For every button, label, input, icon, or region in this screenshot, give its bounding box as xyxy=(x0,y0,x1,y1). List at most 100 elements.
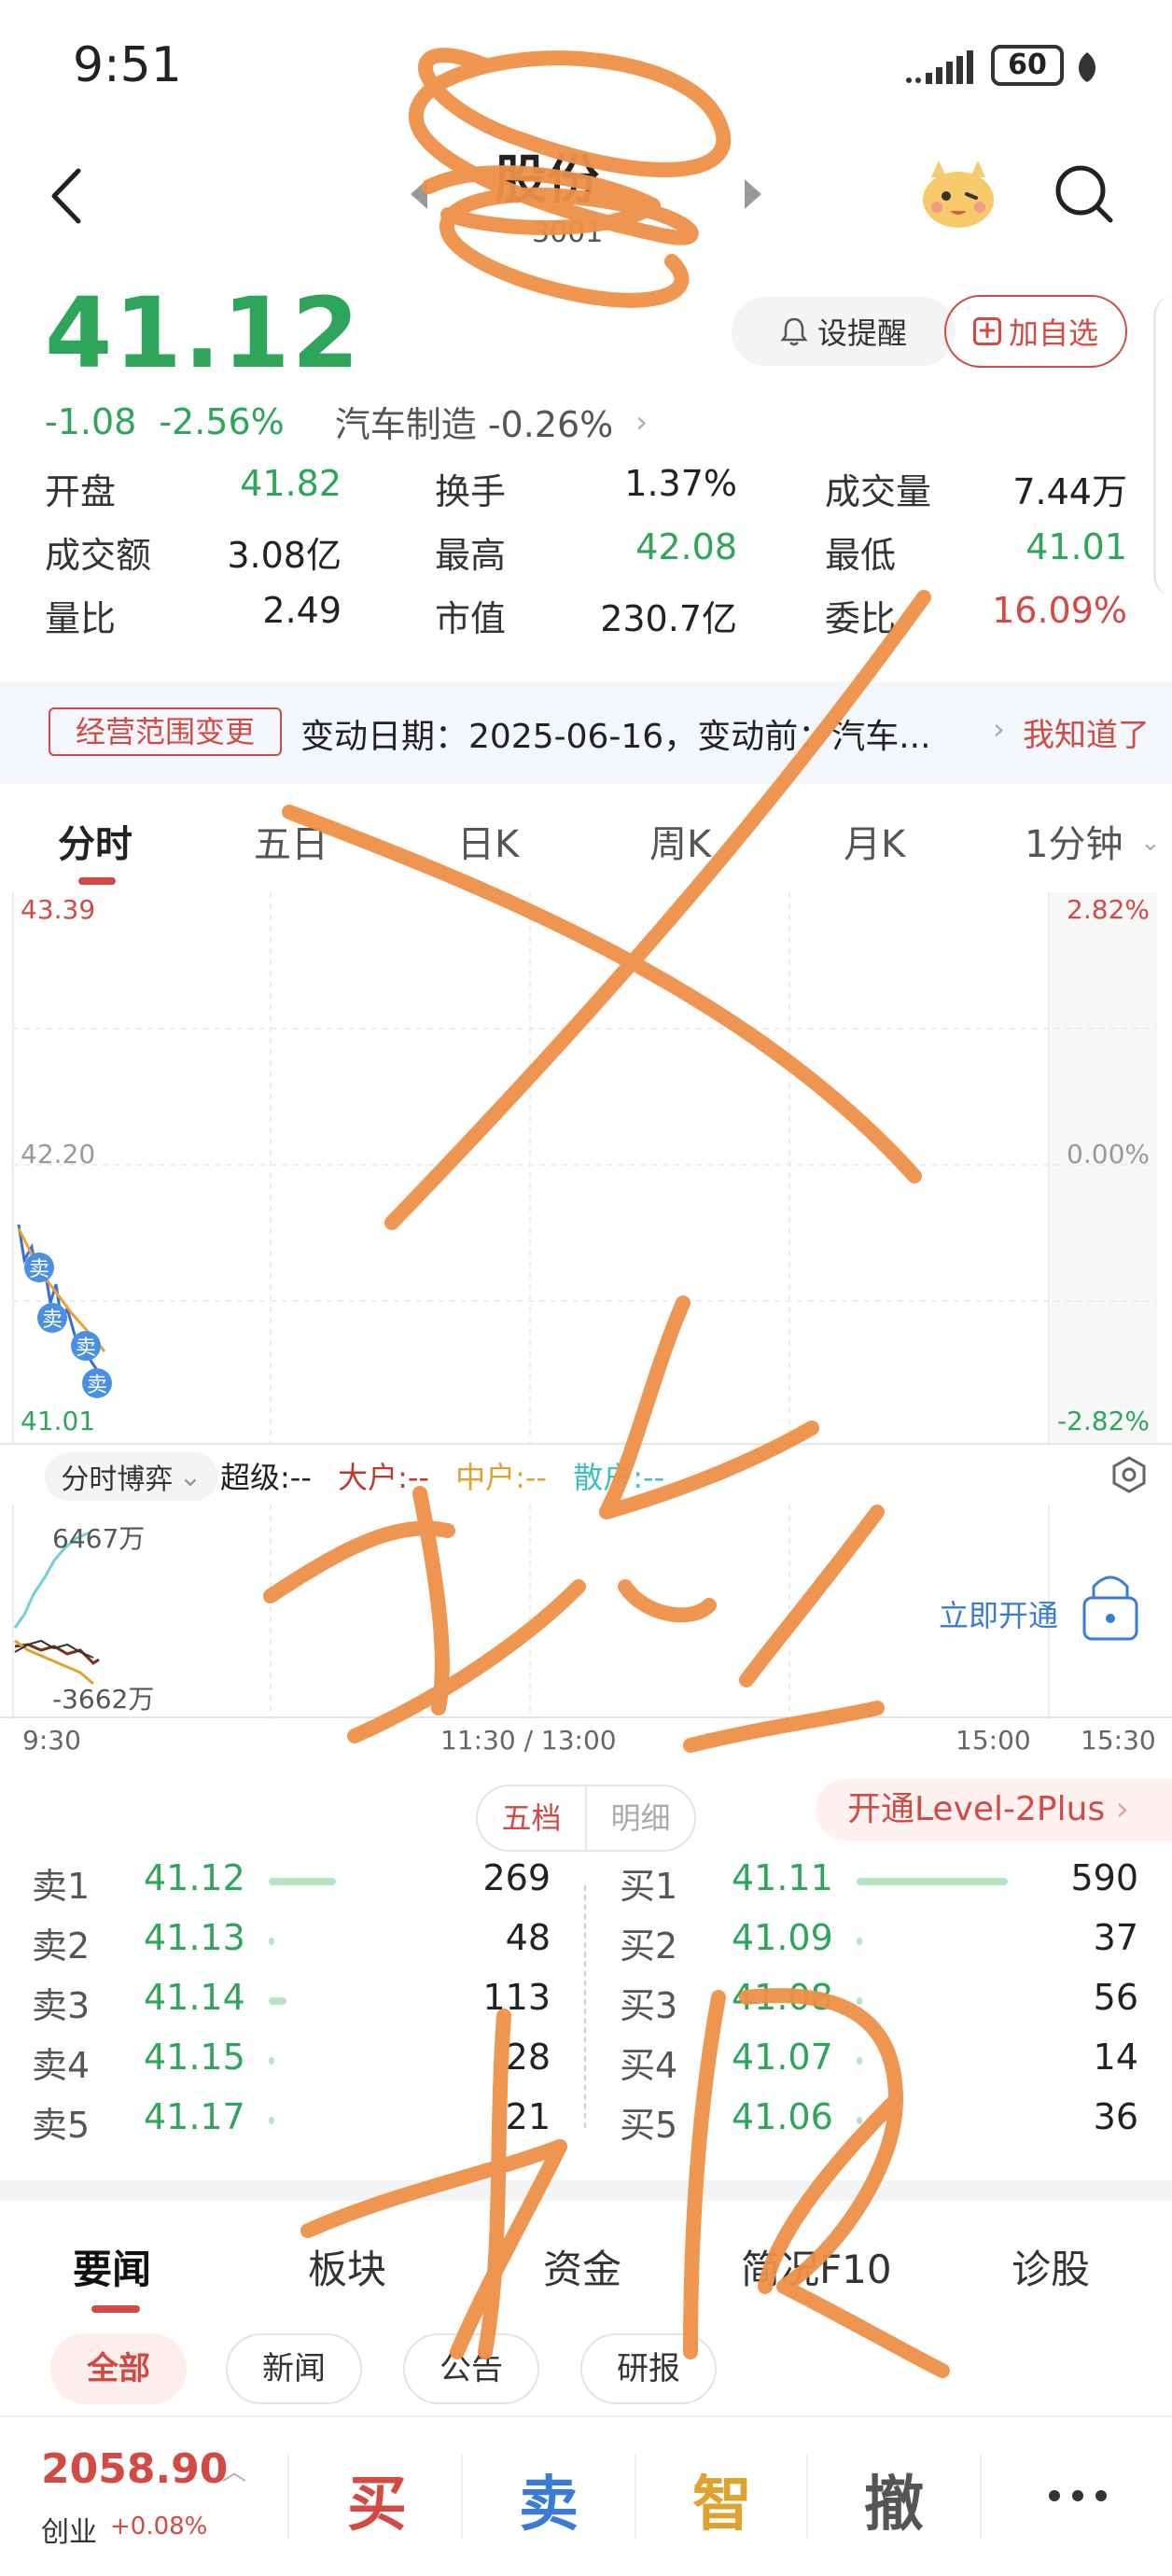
buy-level-label: 买1 xyxy=(620,1866,678,1907)
legend-retail: 散户:-- xyxy=(573,1460,665,1495)
chip-announcements[interactable]: 公告 xyxy=(403,2333,539,2404)
chevron-right-icon: › xyxy=(993,711,1005,747)
index-change: +0.08% xyxy=(110,2513,208,2541)
stat-label: 量比 xyxy=(45,598,117,639)
mascot-icon[interactable] xyxy=(918,157,998,231)
chevron-up-icon[interactable]: ︿ xyxy=(222,2453,246,2487)
y-label-high: 43.39 xyxy=(21,894,95,925)
tab-daily-k[interactable]: 日K xyxy=(457,814,519,868)
buy-level-price: 41.11 xyxy=(732,1857,833,1898)
cancel-order-button[interactable]: 撤 xyxy=(829,2457,959,2542)
set-alert-label: 设提醒 xyxy=(816,315,907,351)
side-drawer-handle[interactable] xyxy=(1153,297,1172,595)
buy-level-volume: 37 xyxy=(1093,1917,1138,1958)
back-icon[interactable] xyxy=(45,163,91,229)
buy-level-row[interactable]: 买1 41.11 590 xyxy=(0,1857,1172,1917)
buy-level-row[interactable]: 买3 41.08 56 xyxy=(0,1977,1172,2037)
buy-level-volume: 56 xyxy=(1093,1977,1138,2018)
legend-large: 大户:-- xyxy=(338,1460,429,1495)
tab-monthly-k[interactable]: 月K xyxy=(844,814,905,868)
stat-label: 最低 xyxy=(825,535,897,576)
level2-promo[interactable]: 开通Level-2Plus › xyxy=(816,1779,1172,1841)
chevron-down-icon: ⌄ xyxy=(178,1460,202,1493)
depth-tabs: 五档 明细 xyxy=(476,1785,696,1852)
chevron-right-icon: › xyxy=(1115,1790,1130,1828)
search-icon[interactable] xyxy=(1053,162,1114,224)
buy-level-row[interactable]: 买5 41.06 36 xyxy=(0,2096,1172,2156)
buy-level-row[interactable]: 买2 41.09 37 xyxy=(0,1917,1172,1977)
svg-text:卖: 卖 xyxy=(87,1374,107,1397)
chip-news[interactable]: 新闻 xyxy=(226,2333,362,2404)
notice-text[interactable]: 变动日期：2025-06-16，变动前：汽车... xyxy=(300,709,931,758)
stock-name: 股份 xyxy=(495,150,599,211)
price-change-pct: -2.56% xyxy=(159,400,285,442)
stat-value: 42.08 xyxy=(635,526,737,567)
more-icon[interactable] xyxy=(1045,2486,1110,2505)
buy-level-row[interactable]: 买4 41.07 14 xyxy=(0,2037,1172,2096)
subchart-selector[interactable]: 分时博弈 ⌄ xyxy=(45,1452,218,1501)
svg-text:卖: 卖 xyxy=(42,1309,63,1332)
tab-weekly-k[interactable]: 周K xyxy=(649,814,711,868)
notice-ack-button[interactable]: 我知道了 xyxy=(1023,709,1150,755)
buy-button[interactable]: 买 xyxy=(312,2457,442,2542)
sell-button[interactable]: 卖 xyxy=(483,2457,614,2542)
status-time: 9:51 xyxy=(73,37,182,93)
settings-icon[interactable] xyxy=(1110,1456,1148,1493)
news-tab-diagnose[interactable]: 诊股 xyxy=(1012,2238,1090,2295)
unlock-label: 立即开通 xyxy=(939,1598,1058,1633)
buy-level-price: 41.06 xyxy=(732,2096,833,2137)
chip-all[interactable]: 全部 xyxy=(50,2333,187,2404)
tab-five-day[interactable]: 五日 xyxy=(254,814,328,868)
subchart-selector-label: 分时博弈 xyxy=(61,1463,174,1496)
y-label-mid: 42.20 xyxy=(21,1139,95,1169)
stats-grid: 开盘 41.82 换手 1.37% 成交量 7.44万 成交额 3.08亿 最高 42.08 最低 4… xyxy=(45,463,1127,653)
tab-one-minute[interactable]: 1分钟 xyxy=(1025,814,1123,868)
stat-label: 最高 xyxy=(435,535,507,576)
plus-icon: + xyxy=(972,317,1001,345)
buy-volume-bar xyxy=(857,2057,862,2065)
news-tab-f10[interactable]: 简况F10 xyxy=(741,2238,892,2295)
divider xyxy=(980,2455,982,2539)
stats-row: 量比 2.49 市值 230.7亿 委比 16.09% xyxy=(45,590,1127,653)
stats-row: 开盘 41.82 换手 1.37% 成交量 7.44万 xyxy=(45,463,1127,526)
time-label-after: 15:30 xyxy=(1081,1725,1156,1756)
stat-value: 41.82 xyxy=(240,463,342,504)
legend-medium: 中户:-- xyxy=(455,1460,548,1495)
tab-five-levels[interactable]: 五档 xyxy=(478,1786,587,1850)
bell-icon xyxy=(780,317,808,346)
buy-volume-bar xyxy=(857,1997,862,2005)
unlock-cta[interactable]: 立即开通 xyxy=(939,1575,1138,1641)
news-tab-capital[interactable]: 资金 xyxy=(543,2238,621,2295)
next-stock-icon[interactable] xyxy=(743,175,765,213)
chevron-right-icon: › xyxy=(635,403,649,440)
stat-label: 换手 xyxy=(435,471,507,512)
tab-details[interactable]: 明细 xyxy=(587,1786,694,1850)
chip-research[interactable]: 研报 xyxy=(580,2333,717,2404)
add-watchlist-button[interactable]: + 加自选 xyxy=(944,295,1127,368)
set-alert-button[interactable]: 设提醒 xyxy=(732,297,956,366)
news-tab-headlines[interactable]: 要闻 xyxy=(73,2238,151,2295)
index-name: 创业 xyxy=(41,2516,97,2549)
stat-value: 41.01 xyxy=(1026,526,1127,567)
signal-icon xyxy=(906,50,973,84)
leaf-icon xyxy=(1078,52,1096,82)
svg-text:卖: 卖 xyxy=(76,1337,96,1360)
chevron-down-icon[interactable]: ⌄ xyxy=(1140,829,1161,857)
intraday-chart[interactable]: 卖 卖 卖 卖 43.39 42.20 41.01 2.82% 0.00% -2… xyxy=(0,892,1172,1443)
book-divider xyxy=(584,1885,586,2128)
capital-flow-chart[interactable]: 6467万 -3662万 立即开通 xyxy=(0,1505,1172,1719)
level2-label: 开通Level-2Plus xyxy=(847,1790,1106,1828)
news-tab-sector[interactable]: 板块 xyxy=(308,2238,386,2295)
smart-button[interactable]: 智 xyxy=(657,2457,788,2542)
buy-level-label: 买5 xyxy=(620,2105,678,2146)
sector-link[interactable]: 汽车制造 -0.26% xyxy=(335,396,614,447)
legend-super: 超级:-- xyxy=(220,1460,312,1495)
prev-stock-icon[interactable] xyxy=(407,175,429,213)
tab-intraday[interactable]: 分时 xyxy=(58,814,133,868)
buy-level-label: 买4 xyxy=(620,2045,678,2086)
buy-level-volume: 14 xyxy=(1093,2037,1138,2078)
buy-level-price: 41.08 xyxy=(732,1977,833,2018)
buy-level-price: 41.07 xyxy=(732,2037,833,2078)
index-value[interactable]: 2058.90 xyxy=(41,2445,228,2493)
sell-marker: 卖 xyxy=(37,1303,67,1333)
